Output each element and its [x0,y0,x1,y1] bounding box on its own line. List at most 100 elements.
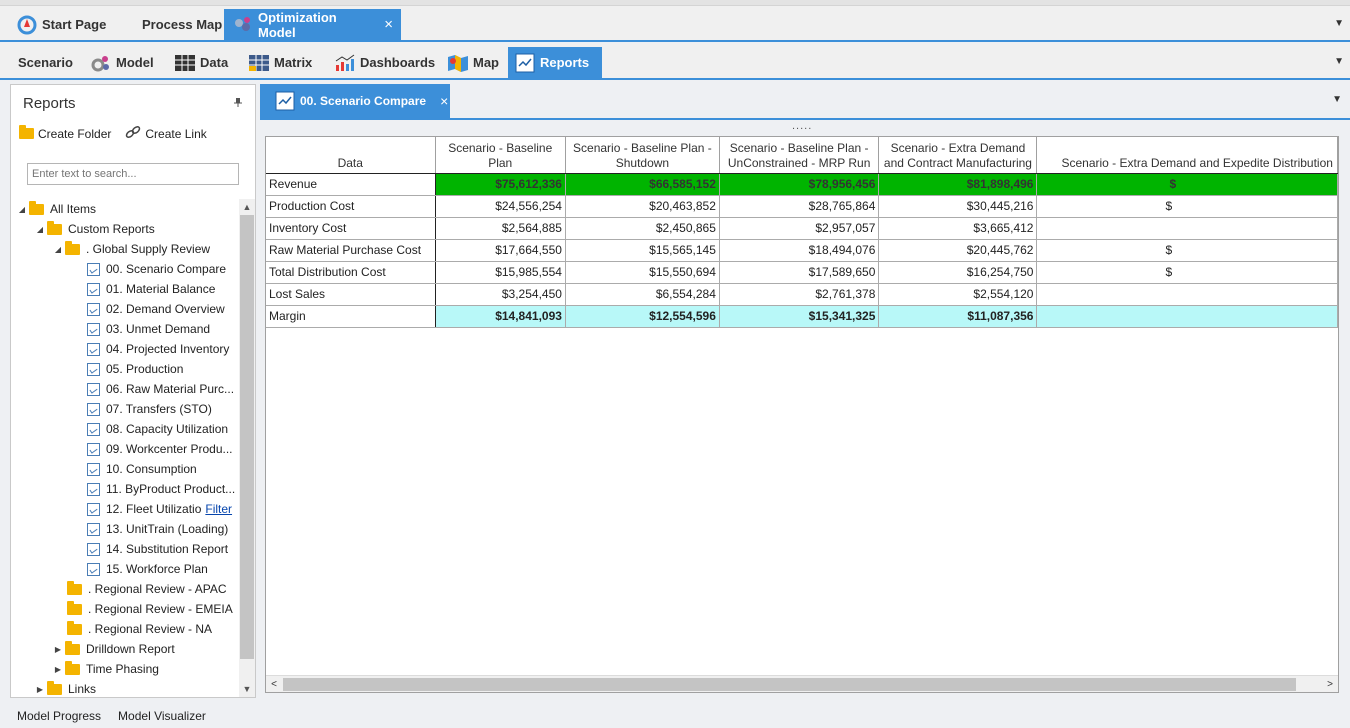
table-cell[interactable]: $ [1036,239,1338,262]
chevron-right-icon[interactable]: > [1322,676,1338,692]
table-cell[interactable]: $2,957,057 [719,217,880,240]
tab-model-progress[interactable]: Model Progress [17,709,101,723]
table-cell[interactable]: $11,087,356 [878,305,1038,328]
scrollbar-thumb[interactable] [240,215,254,659]
tree-node-global-supply-review[interactable]: ◢ . Global Supply Review [53,239,210,259]
create-link-button[interactable]: Create Link [125,125,207,142]
column-header[interactable]: Scenario - Baseline Plan - Shutdown [565,137,720,174]
table-cell[interactable]: $ [1036,195,1338,218]
tree-scrollbar[interactable]: ▲ ▼ [239,199,255,697]
table-cell[interactable]: $14,841,093 [435,305,566,328]
column-header[interactable]: Data [266,137,436,174]
table-cell[interactable] [1036,305,1338,328]
table-cell[interactable]: $15,550,694 [565,261,720,284]
table-row[interactable]: Margin $14,841,093 $12,554,596 $15,341,3… [266,305,1338,328]
column-header[interactable]: Scenario - Baseline Plan [435,137,566,174]
tree-node-report[interactable]: 10. Consumption [87,459,197,479]
tab-data[interactable]: Data [168,47,234,78]
tab-matrix[interactable]: Matrix [242,47,318,78]
table-cell[interactable]: $3,665,412 [878,217,1038,240]
tab-model-visualizer[interactable]: Model Visualizer [118,709,206,723]
chevron-down-icon[interactable]: ▼ [1334,18,1344,29]
chevron-down-icon[interactable]: ▼ [1334,56,1344,67]
column-header[interactable]: Scenario - Extra Demand and Expedite Dis… [1036,137,1338,174]
tab-optimization-model[interactable]: Optimization Model × [224,9,401,40]
close-icon[interactable]: × [384,16,393,33]
table-cell[interactable]: $24,556,254 [435,195,566,218]
tree-node-report[interactable]: 11. ByProduct Product... [87,479,235,499]
tree-node-report[interactable]: 02. Demand Overview [87,299,225,319]
grid-horizontal-scrollbar[interactable]: < > [266,675,1338,692]
tree-node-time-phasing[interactable]: ▶ Time Phasing [53,659,159,679]
tab-reports[interactable]: Reports [508,47,602,78]
tree-node-report[interactable]: 08. Capacity Utilization [87,419,228,439]
tree-node-report[interactable]: 15. Workforce Plan [87,559,208,579]
tab-scenario[interactable]: Scenario [12,47,79,78]
tree-node-folder[interactable]: . Regional Review - EMEIA [67,599,233,619]
table-cell[interactable]: $18,494,076 [719,239,880,262]
tree-node-report[interactable]: 06. Raw Material Purc... [87,379,234,399]
tree-node-report[interactable]: 01. Material Balance [87,279,215,299]
table-cell[interactable] [1036,217,1338,240]
tree-node-folder[interactable]: . Regional Review - APAC [67,579,227,599]
tree-node-all-items[interactable]: ◢ All Items [17,199,96,219]
table-cell[interactable]: $6,554,284 [565,283,720,306]
tree-node-report[interactable]: 04. Projected Inventory [87,339,229,359]
table-cell[interactable]: $15,985,554 [435,261,566,284]
table-row[interactable]: Total Distribution Cost $15,985,554 $15,… [266,261,1338,284]
tree-node-links[interactable]: ▶ Links [35,679,96,697]
table-row[interactable]: Inventory Cost $2,564,885 $2,450,865 $2,… [266,217,1338,240]
chevron-down-icon[interactable]: ▼ [239,681,255,697]
table-cell[interactable]: $81,898,496 [878,173,1038,196]
row-label[interactable]: Inventory Cost [266,217,436,240]
tab-model[interactable]: Model [84,47,160,78]
tree-node-report[interactable]: 05. Production [87,359,183,379]
table-cell[interactable]: $ [1036,173,1338,196]
table-cell[interactable]: $75,612,336 [435,173,566,196]
table-cell[interactable]: $15,341,325 [719,305,880,328]
tree-node-report[interactable]: 14. Substitution Report [87,539,228,559]
table-cell[interactable]: $2,450,865 [565,217,720,240]
row-label[interactable]: Margin [266,305,436,328]
table-cell[interactable]: $30,445,216 [878,195,1038,218]
tab-map[interactable]: Map [441,47,505,78]
row-label[interactable]: Total Distribution Cost [266,261,436,284]
chevron-down-icon[interactable]: ◢ [53,245,63,254]
tab-start-page[interactable]: Start Page [8,9,114,40]
pin-icon[interactable] [233,97,243,110]
row-label[interactable]: Production Cost [266,195,436,218]
tree-node-report[interactable]: 07. Transfers (STO) [87,399,212,419]
create-folder-button[interactable]: Create Folder [19,125,111,141]
table-cell[interactable]: $28,765,864 [719,195,880,218]
column-header[interactable]: Scenario - Extra Demand and Contract Man… [878,137,1038,174]
table-cell[interactable]: $ [1036,261,1338,284]
table-cell[interactable]: $2,761,378 [719,283,880,306]
scrollbar-thumb[interactable] [283,678,1296,691]
filter-link[interactable]: Filter [205,502,232,516]
tree-node-report[interactable]: 13. UnitTrain (Loading) [87,519,228,539]
column-header[interactable]: Scenario - Baseline Plan - UnConstrained… [719,137,880,174]
chevron-right-icon[interactable]: ▶ [35,685,45,694]
table-cell[interactable]: $3,254,450 [435,283,566,306]
tree-node-folder[interactable]: . Regional Review - NA [67,619,212,639]
table-cell[interactable]: $17,589,650 [719,261,880,284]
tree-node-report[interactable]: 00. Scenario Compare [87,259,226,279]
tree-node-report[interactable]: 09. Workcenter Produ... [87,439,233,459]
tree-node-report[interactable]: 12. Fleet Utilizatio Filter [87,499,232,519]
table-row[interactable]: Lost Sales $3,254,450 $6,554,284 $2,761,… [266,283,1338,306]
tab-process-map[interactable]: Process Map [134,9,230,40]
tree-node-custom-reports[interactable]: ◢ Custom Reports [35,219,155,239]
chevron-down-icon[interactable]: ▼ [1332,94,1342,105]
table-cell[interactable]: $78,956,456 [719,173,880,196]
row-label[interactable]: Revenue [266,173,436,196]
tab-dashboards[interactable]: Dashboards [328,47,441,78]
splitter-handle[interactable]: ..... [792,120,812,132]
table-cell[interactable]: $12,554,596 [565,305,720,328]
table-row[interactable]: Production Cost $24,556,254 $20,463,852 … [266,195,1338,218]
table-cell[interactable]: $16,254,750 [878,261,1038,284]
table-cell[interactable]: $20,445,762 [878,239,1038,262]
close-icon[interactable]: × [440,93,448,109]
chevron-down-icon[interactable]: ◢ [17,205,27,214]
chevron-left-icon[interactable]: < [266,676,282,692]
table-row[interactable]: Revenue $75,612,336 $66,585,152 $78,956,… [266,173,1338,196]
